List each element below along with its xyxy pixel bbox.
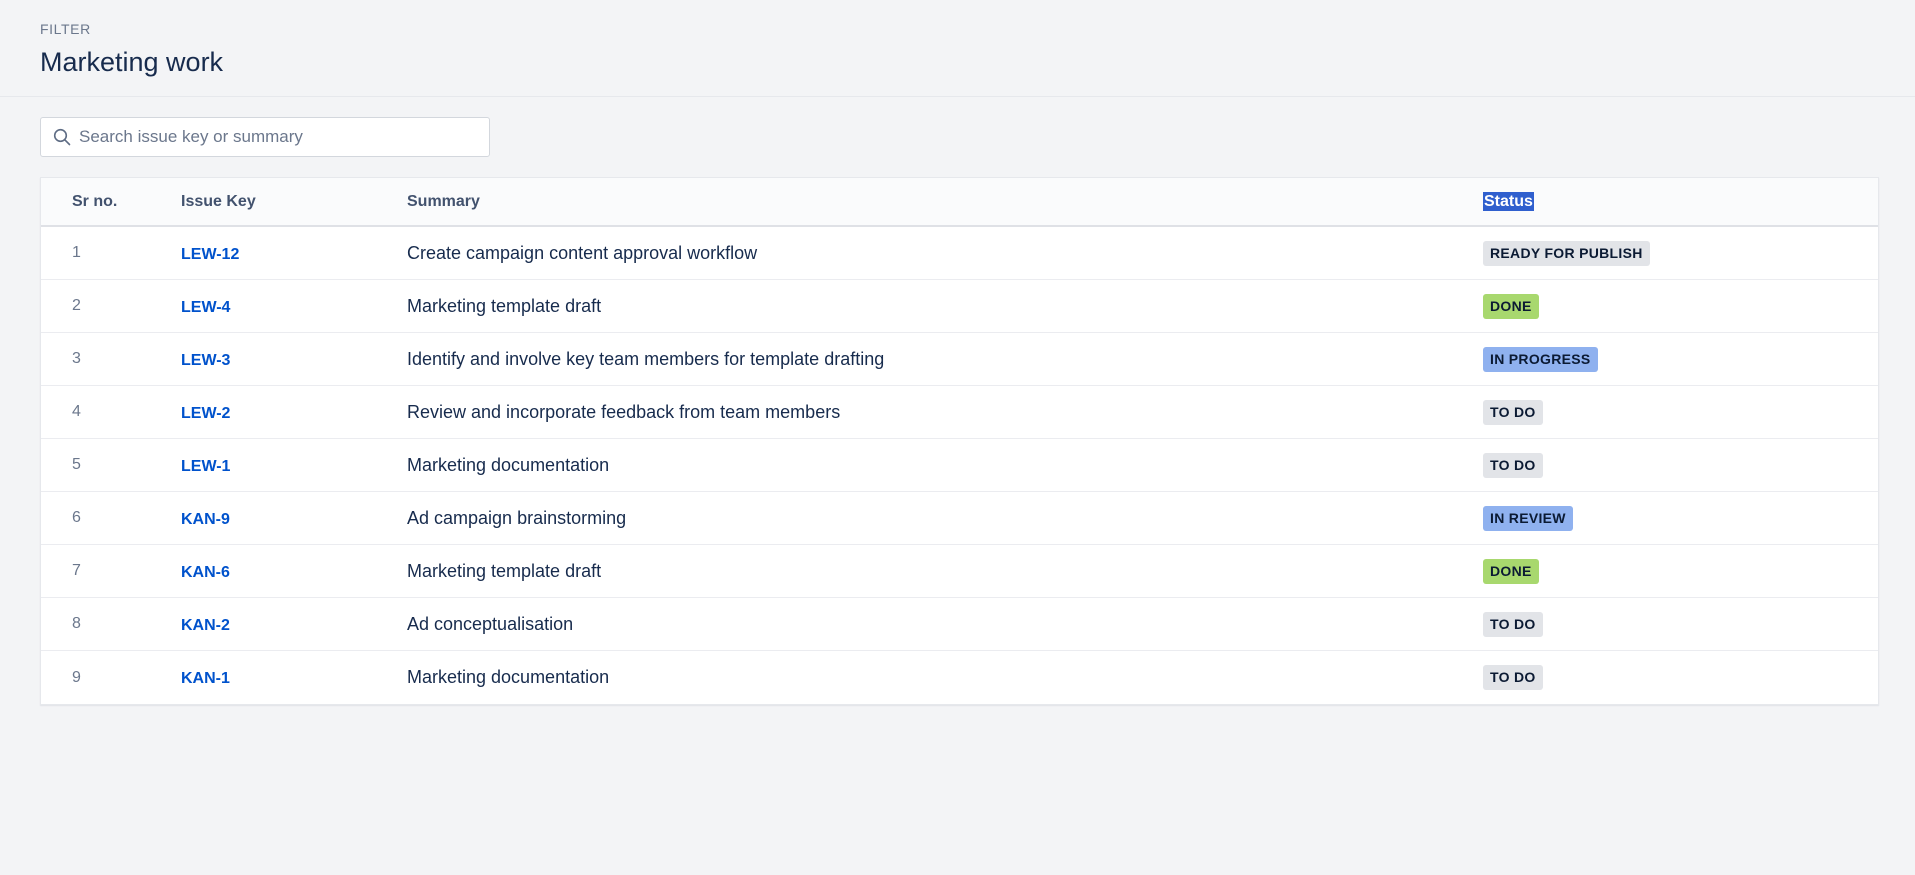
- table-row[interactable]: 7 KAN-6 Marketing template draft DONE: [41, 545, 1878, 598]
- row-status-cell: IN REVIEW: [1483, 505, 1878, 531]
- status-badge: TO DO: [1483, 611, 1543, 637]
- row-sr-no: 1: [72, 244, 81, 261]
- table-body: 1 LEW-12 Create campaign content approval …: [41, 227, 1878, 704]
- row-summary: Ad campaign brainstorming: [407, 507, 627, 528]
- filter-page: FILTER Marketing work Sr no. Issue Key S…: [0, 0, 1915, 875]
- row-sr-no: 2: [72, 297, 81, 314]
- column-header-sr-no[interactable]: Sr no.: [41, 193, 181, 211]
- table-row[interactable]: 1 LEW-12 Create campaign content approval …: [41, 227, 1878, 280]
- row-issue-key-cell: LEW-12: [181, 243, 407, 264]
- search-box[interactable]: [40, 117, 490, 157]
- table-row[interactable]: 5 LEW-1 Marketing documentation TO DO: [41, 439, 1878, 492]
- row-status-cell: TO DO: [1483, 452, 1878, 478]
- issue-key-link[interactable]: KAN-1: [181, 670, 230, 687]
- page-eyebrow: FILTER: [40, 21, 91, 37]
- page-title: Marketing work: [40, 47, 224, 77]
- status-badge: TO DO: [1483, 452, 1543, 478]
- row-issue-key-cell: LEW-4: [181, 296, 407, 317]
- row-issue-key-cell: LEW-3: [181, 349, 407, 370]
- status-badge: DONE: [1483, 558, 1539, 584]
- row-issue-key-cell: KAN-1: [181, 667, 407, 688]
- row-sr-no: 3: [72, 350, 81, 367]
- row-summary: Marketing template draft: [407, 560, 602, 581]
- row-summary: Marketing documentation: [407, 667, 610, 687]
- row-summary: Marketing documentation: [407, 454, 610, 475]
- issue-key-link[interactable]: LEW-1: [181, 458, 230, 475]
- row-sr-no: 7: [72, 562, 81, 579]
- row-sr-no: 6: [72, 509, 81, 526]
- row-issue-key-cell: KAN-2: [181, 614, 407, 635]
- row-summary: Identify and involve key team members fo…: [407, 348, 885, 369]
- issue-key-link[interactable]: LEW-2: [181, 405, 230, 422]
- table-row[interactable]: 9 KAN-1 Marketing documentation TO DO: [41, 651, 1878, 704]
- issue-key-link[interactable]: KAN-9: [181, 511, 230, 528]
- row-issue-key-cell: LEW-1: [181, 455, 407, 476]
- row-issue-key-cell: KAN-6: [181, 561, 407, 582]
- issues-table: Sr no. Issue Key Summary Status 1 LEW-12 C…: [40, 177, 1879, 705]
- column-header-status[interactable]: Status: [1483, 191, 1878, 211]
- column-header-summary[interactable]: Summary: [407, 193, 1483, 211]
- status-badge: DONE: [1483, 293, 1539, 319]
- row-sr-no: 9: [72, 668, 81, 686]
- row-issue-key-cell: KAN-9: [181, 508, 407, 529]
- status-badge: IN REVIEW: [1483, 505, 1573, 531]
- row-summary: Review and incorporate feedback from tea…: [407, 401, 841, 422]
- issue-key-link[interactable]: LEW-3: [181, 352, 230, 369]
- search-icon: [51, 126, 73, 148]
- table-row[interactable]: 2 LEW-4 Marketing template draft DONE: [41, 280, 1878, 333]
- page-header: FILTER Marketing work: [0, 0, 1915, 97]
- column-header-issue-key[interactable]: Issue Key: [181, 193, 407, 211]
- table-row[interactable]: 8 KAN-2 Ad conceptualisation TO DO: [41, 598, 1878, 651]
- search-input[interactable]: [73, 118, 489, 156]
- row-status-cell: TO DO: [1483, 399, 1878, 425]
- row-status-cell: DONE: [1483, 558, 1878, 584]
- row-status-cell: TO DO: [1483, 611, 1878, 637]
- row-status-cell: IN PROGRESS: [1483, 346, 1878, 372]
- row-summary: Marketing template draft: [407, 295, 602, 316]
- row-status-cell: TO DO: [1483, 665, 1878, 690]
- row-sr-no: 4: [72, 403, 81, 420]
- row-sr-no: 8: [72, 615, 81, 632]
- status-badge: TO DO: [1483, 665, 1543, 690]
- column-header-status-label: Status: [1483, 191, 1534, 211]
- issue-key-link[interactable]: LEW-4: [181, 299, 230, 316]
- table-row[interactable]: 4 LEW-2 Review and incorporate feedback fr…: [41, 386, 1878, 439]
- status-badge: IN PROGRESS: [1483, 346, 1598, 372]
- row-issue-key-cell: LEW-2: [181, 402, 407, 423]
- row-status-cell: DONE: [1483, 293, 1878, 319]
- issue-key-link[interactable]: KAN-6: [181, 564, 230, 581]
- issue-key-link[interactable]: KAN-2: [181, 617, 230, 634]
- row-status-cell: READY FOR PUBLISH: [1483, 240, 1878, 266]
- status-badge: TO DO: [1483, 399, 1543, 425]
- row-summary: Ad conceptualisation: [407, 613, 574, 634]
- table-row[interactable]: 3 LEW-3 Identify and involve key team memb…: [41, 333, 1878, 386]
- status-badge: READY FOR PUBLISH: [1483, 240, 1650, 266]
- row-sr-no: 5: [72, 456, 81, 473]
- table-header: Sr no. Issue Key Summary Status: [41, 178, 1878, 227]
- table-row[interactable]: 6 KAN-9 Ad campaign brainstorming IN REVIEW: [41, 492, 1878, 545]
- row-summary: Create campaign content approval workflo…: [407, 242, 758, 263]
- issue-key-link[interactable]: LEW-12: [181, 246, 239, 263]
